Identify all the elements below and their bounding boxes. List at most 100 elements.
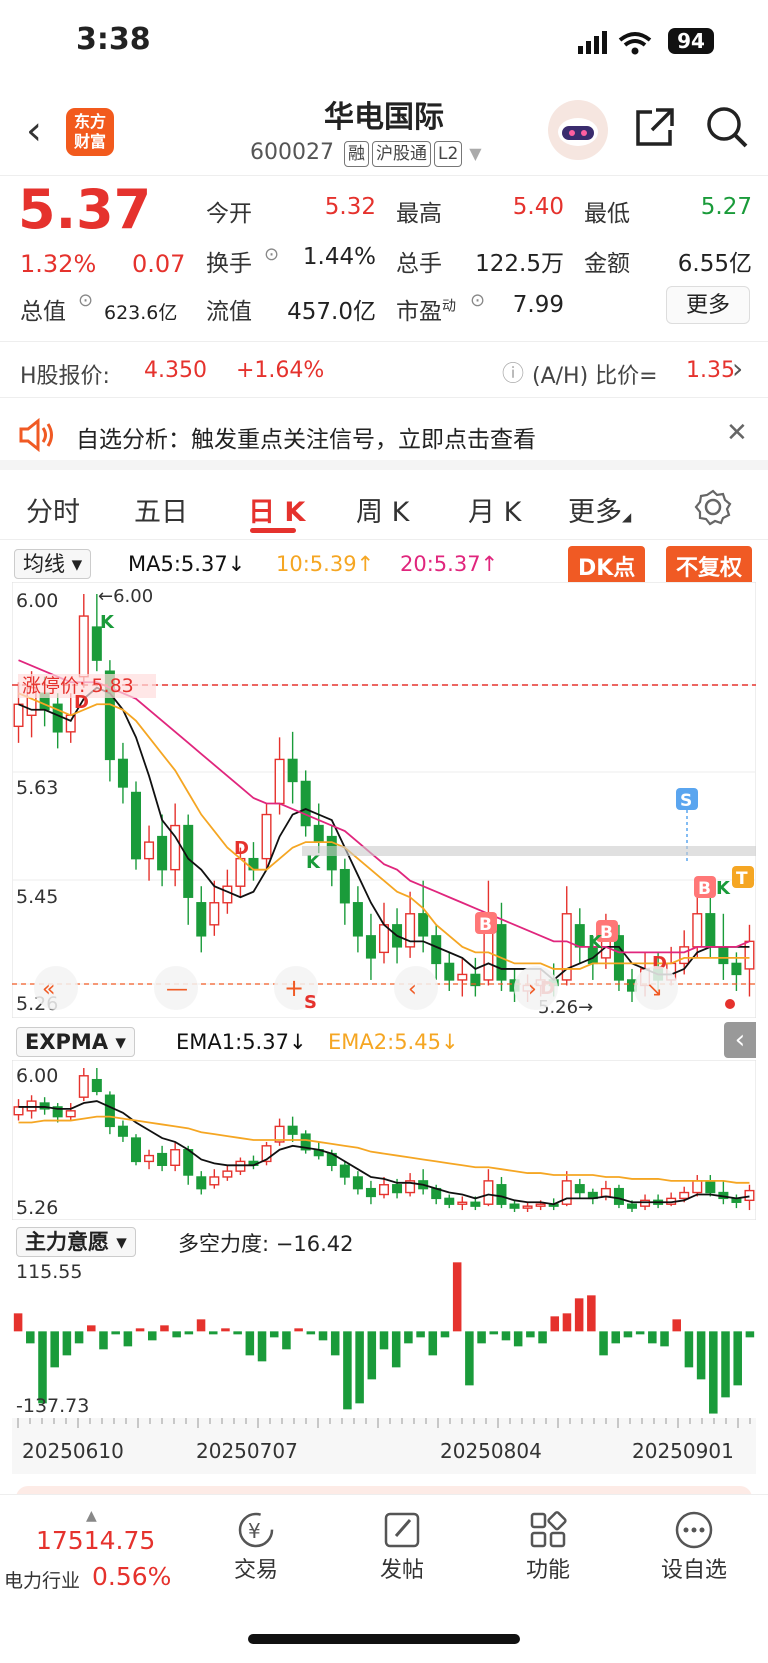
svg-text:D: D [234,838,249,859]
svg-text:¥: ¥ [248,1519,261,1543]
sector-pct[interactable]: 0.56% [92,1562,171,1591]
mcap-label: 总值 [20,299,66,325]
no-adjust-button[interactable]: 不复权 [666,546,753,586]
tab-more[interactable]: 更多◢ [568,490,631,529]
nav-trade[interactable]: ¥ 交易 [216,1508,296,1584]
zlyy-bar [452,1262,462,1332]
tab-monthly-k[interactable]: 月 K [468,490,521,529]
settings-gear-icon[interactable] [694,488,732,526]
kline-chart[interactable]: 涨停价: 5.83 6.00 5.63 5.45 5.26 ←6.00 5.26… [12,582,756,1018]
zlyy-bar [599,1331,608,1356]
candle [457,973,468,981]
ah-ratio-label: (A/H) 比价= [532,364,658,389]
last-price: 5.37 [18,178,152,241]
zlyy-bar [538,1331,547,1344]
candle [496,924,507,981]
zlyy-bar [391,1331,401,1368]
ma5-legend: MA5:5.37↓ [128,552,246,576]
candle [431,935,442,965]
zlyy-bar [721,1331,730,1398]
zlyy-bar [367,1331,377,1380]
y-label-mid1: 5.63 [16,777,58,799]
tab-five-day[interactable]: 五日 [134,490,188,529]
candle [287,1125,298,1135]
dropdown-icon[interactable]: ▼ [469,144,481,163]
tab-daily-k[interactable]: 日 K [248,490,305,529]
candle [640,1199,651,1207]
candle [744,1189,755,1202]
svg-text:T: T [736,869,748,889]
zlyy-bar [208,1331,218,1335]
close-icon[interactable]: ✕ [726,418,748,448]
y-label-mid2: 5.45 [16,886,58,908]
expma-selector[interactable]: EXPMA ▾ [16,1027,135,1057]
up-arrow-icon: ▲ [86,1508,97,1524]
candle [222,1170,233,1178]
dk-point-button[interactable]: DK点 [568,546,646,586]
sector-index-value[interactable]: 17514.75 [36,1526,155,1555]
zlyy-bar [684,1331,694,1368]
candle [679,946,690,965]
svg-text:K: K [100,612,115,633]
chevron-right-icon[interactable]: › [732,352,743,385]
zlyy-chart[interactable]: 115.55 -137.73 [12,1258,756,1418]
more-button[interactable]: 更多 [666,286,750,324]
date-label-3: 20250804 [440,1439,542,1463]
candle [209,902,220,926]
svg-text:—: — [166,977,188,1002]
candle [339,1164,350,1178]
expma-y-bottom: 5.26 [16,1197,58,1219]
search-icon[interactable] [704,104,750,150]
share-icon[interactable] [632,104,678,150]
float-cap-label: 流值 [206,299,252,325]
candle [365,935,376,959]
zlyy-bar [379,1331,389,1350]
svg-text:B: B [479,915,492,935]
candle [692,913,703,948]
candle [117,758,128,788]
zlyy-bar [550,1316,560,1332]
candle [392,1184,403,1194]
zlyy-bar [733,1331,742,1386]
help-icon[interactable]: ⓘ [502,356,524,388]
expma-chart[interactable]: 6.00 5.26 [12,1060,756,1220]
zlyy-bar [38,1331,47,1404]
svg-text:D: D [74,692,89,713]
zlyy-bar [245,1331,255,1356]
info-icon[interactable]: ⊙ [78,290,93,311]
battery-icon: 94 [668,28,714,54]
tab-active-underline [250,528,296,533]
candle [613,935,624,981]
candle [378,1184,390,1196]
candle [274,758,285,805]
tab-weekly-k[interactable]: 周 K [356,490,409,529]
zlyy-bar [147,1331,157,1341]
nav-add-watchlist[interactable]: 设自选 [654,1508,734,1584]
svg-text:+: + [284,974,304,1002]
info-icon[interactable]: ⊙ [470,290,485,311]
zlyy-bar [709,1331,718,1414]
collapse-arrow-icon[interactable]: ‹ [724,1022,756,1058]
ma10-legend: 10:5.39↑ [276,552,375,576]
candle [613,1187,624,1205]
float-cap-value: 457.0亿 [287,299,376,325]
volume-label: 总手 [396,251,442,277]
zlyy-bar [233,1331,242,1335]
nav-post[interactable]: 发帖 [362,1508,442,1584]
zlyy-selector[interactable]: 主力意愿 ▾ [16,1226,136,1257]
candle [352,1176,363,1190]
nav-functions[interactable]: 功能 [508,1508,588,1584]
candle [130,1137,142,1163]
sector-name[interactable]: 电力行业 [4,1566,80,1593]
ma-selector[interactable]: 均线 ▾ [14,548,92,579]
info-icon[interactable]: ⊙ [264,244,279,265]
zlyy-bar [257,1331,267,1362]
zlyy-bar [562,1313,572,1332]
h-share-label: H股报价: [20,364,110,389]
svg-text:«: « [42,977,55,1002]
robot-avatar-icon[interactable] [548,100,608,160]
tab-intraday[interactable]: 分时 [26,490,80,529]
candle [561,1180,572,1205]
date-label-4: 20250901 [632,1439,734,1463]
candle [496,1184,507,1205]
